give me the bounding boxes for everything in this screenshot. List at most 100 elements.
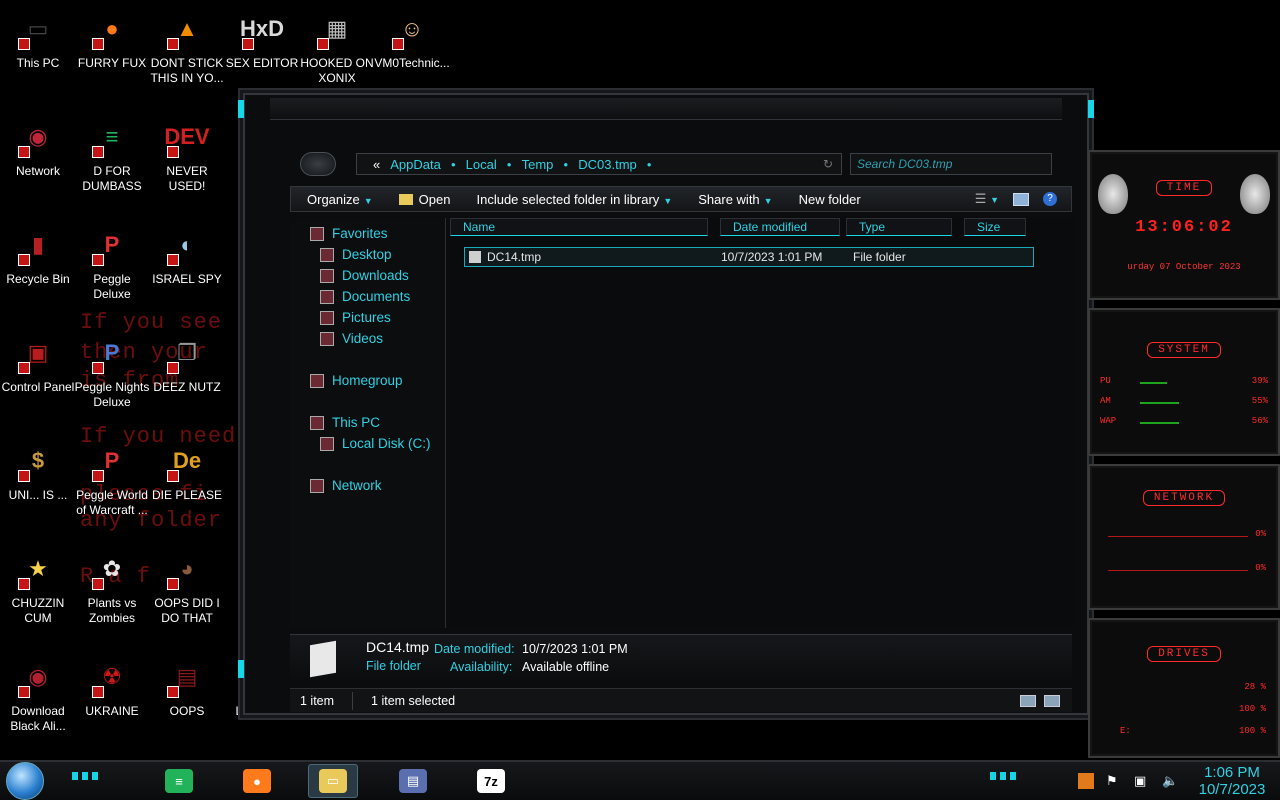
- desktop-icon[interactable]: ✿ Plants vs Zombies: [74, 546, 150, 626]
- network-upload-value: 0%: [1255, 529, 1266, 539]
- address-bar[interactable]: « AppData ● Local ● Temp ● DC03.tmp ● ↻: [356, 153, 842, 175]
- include-library-button[interactable]: Include selected folder in library ▼: [476, 192, 672, 207]
- breadcrumb-temp[interactable]: Temp: [522, 157, 554, 172]
- file-name: DC14.tmp: [487, 250, 542, 264]
- nav-documents[interactable]: Documents: [320, 289, 410, 304]
- desktop-icon-label: UKRAINE: [85, 704, 139, 718]
- desktop-icon-label: UNI... IS ...: [8, 488, 68, 502]
- share-with-button[interactable]: Share with ▼: [698, 192, 772, 207]
- desktop-icon[interactable]: ◕ OOPS DID I DO THAT: [149, 546, 225, 626]
- pictures-icon: [320, 310, 334, 325]
- open-button[interactable]: Open: [398, 192, 450, 207]
- vlc-cone-icon: ▲: [164, 6, 210, 52]
- organize-button[interactable]: Organize ▼: [307, 192, 373, 207]
- taskbar-app-control-window[interactable]: ▤: [388, 764, 438, 798]
- desktop-icon[interactable]: P Peggle Nights Deluxe: [74, 330, 150, 410]
- column-date-modified[interactable]: Date modified: [720, 218, 840, 236]
- column-name[interactable]: Name: [450, 218, 708, 236]
- breadcrumb-separator-icon[interactable]: ●: [451, 160, 456, 169]
- desktop-icon-label: Recycle Bin: [6, 272, 70, 286]
- preview-pane-icon[interactable]: [1013, 192, 1029, 206]
- nav-label: Local Disk (C:): [342, 436, 431, 451]
- time-gadget[interactable]: TIME 13:06:02 urday 07 October 2023: [1088, 150, 1280, 300]
- desktop-icon[interactable]: ◉ Download Black Ali...: [0, 654, 76, 734]
- explorer-window[interactable]: « AppData ● Local ● Temp ● DC03.tmp ● ↻ …: [238, 88, 1094, 720]
- desktop-icon[interactable]: ▭ This PC: [0, 6, 76, 71]
- command-bar: Organize ▼ Open Include selected folder i…: [290, 186, 1072, 212]
- breadcrumb-local[interactable]: Local: [466, 157, 497, 172]
- search-input[interactable]: Search DC03.tmp: [850, 153, 1052, 175]
- desktop-icon[interactable]: ◉ Network: [0, 114, 76, 179]
- nav-local-disk[interactable]: Local Disk (C:): [320, 436, 431, 451]
- desktop-icon[interactable]: ▣ Control Panel: [0, 330, 76, 395]
- desktop-icon[interactable]: ● FURRY FUX: [74, 6, 150, 71]
- desktop-icon[interactable]: $ UNI... IS ...: [0, 438, 76, 503]
- view-options-icon[interactable]: ☰ ▼: [975, 191, 999, 207]
- desktop-icon: [320, 247, 334, 262]
- desktop-icon[interactable]: ▮ Recycle Bin: [0, 222, 76, 287]
- new-folder-button[interactable]: New folder: [799, 192, 861, 207]
- nav-favorites[interactable]: Favorites: [310, 226, 388, 241]
- network-gadget[interactable]: NETWORK 0% 0%: [1088, 464, 1280, 610]
- network-title-text: NETWORK: [1142, 490, 1226, 506]
- details-availability-label: Availability:: [450, 660, 513, 674]
- nav-homegroup[interactable]: Homegroup: [310, 373, 403, 388]
- desktop-icon[interactable]: ❐ DEEZ NUTZ: [149, 330, 225, 395]
- back-forward-icon[interactable]: [300, 152, 336, 176]
- start-button[interactable]: [6, 762, 44, 800]
- desktop-icon[interactable]: HxD SEX EDITOR: [224, 6, 300, 71]
- desktop-icon[interactable]: ≡ D FOR DUMBASS: [74, 114, 150, 194]
- drive-letter: E:: [1120, 726, 1131, 736]
- status-divider: [352, 691, 354, 710]
- desktop-icon[interactable]: DEV NEVER USED!: [149, 114, 225, 194]
- system-title: SYSTEM: [1090, 342, 1278, 358]
- breadcrumb-appdata[interactable]: AppData: [390, 157, 441, 172]
- breadcrumb-dc03[interactable]: DC03.tmp: [578, 157, 637, 172]
- column-size[interactable]: Size: [964, 218, 1026, 236]
- drives-gadget[interactable]: DRIVES 28 % 100 % 100 % E:: [1088, 618, 1280, 758]
- file-row[interactable]: DC14.tmp 10/7/2023 1:01 PM File folder: [464, 247, 1034, 267]
- desktop-icon[interactable]: P Peggle Deluxe: [74, 222, 150, 302]
- nav-desktop[interactable]: Desktop: [320, 247, 392, 262]
- time-value: 13:06:02: [1135, 218, 1233, 237]
- breadcrumb-prefix[interactable]: «: [373, 157, 380, 172]
- breadcrumb-separator-icon[interactable]: ●: [507, 160, 512, 169]
- desktop-icon[interactable]: ◐ ISRAEL SPY: [149, 222, 225, 287]
- clock[interactable]: 1:06 PM 10/7/2023: [1184, 764, 1280, 798]
- desktop-icon[interactable]: ▦ HOOKED ON XONIX: [299, 6, 375, 86]
- desktop-icon[interactable]: De DIE PLEASE: [149, 438, 225, 503]
- nav-downloads[interactable]: Downloads: [320, 268, 409, 283]
- radiation-icon: ☢: [89, 654, 135, 700]
- taskbar-app-notes-app[interactable]: ≡: [154, 764, 204, 798]
- breadcrumb-separator-icon[interactable]: ●: [647, 160, 652, 169]
- desktop-icon[interactable]: ▲ DONT STICK THIS IN YO...: [149, 6, 225, 86]
- desktop-icon[interactable]: ☺ VM0Technic...: [374, 6, 450, 71]
- column-headers: Name Date modified Type Size: [450, 218, 1076, 238]
- details-view-icon[interactable]: [1020, 694, 1036, 707]
- alienware-gadgets: TIME 13:06:02 urday 07 October 2023 SYST…: [1040, 150, 1280, 758]
- window-frame-top[interactable]: [270, 98, 1062, 120]
- nav-pictures[interactable]: Pictures: [320, 310, 391, 325]
- desktop-icon[interactable]: ★ CHUZZIN CUM: [0, 546, 76, 626]
- folder-icon: [469, 251, 481, 263]
- taskbar-app-7zip[interactable]: 7z: [466, 764, 516, 798]
- volume-icon[interactable]: 🔈: [1162, 773, 1178, 789]
- file-list[interactable]: Name Date modified Type Size DC14.tmp 10…: [450, 218, 1076, 628]
- computer-icon: ▭: [15, 6, 61, 52]
- taskbar-app-firefox[interactable]: ●: [232, 764, 282, 798]
- network-status-icon[interactable]: ▣: [1134, 773, 1150, 789]
- desktop-icon[interactable]: ▤ OOPS: [149, 654, 225, 719]
- desktop-icon[interactable]: P Peggle World of Warcraft ...: [74, 438, 150, 518]
- breadcrumb-separator-icon[interactable]: ●: [563, 160, 568, 169]
- flag-icon[interactable]: ⚑: [1106, 773, 1122, 789]
- notification-app-icon[interactable]: [1078, 773, 1094, 789]
- desktop-icon-label: Network: [15, 164, 60, 178]
- nav-this-pc[interactable]: This PC: [310, 415, 380, 430]
- taskbar-app-file-explorer[interactable]: ▭: [308, 764, 358, 798]
- column-type[interactable]: Type: [846, 218, 952, 236]
- nav-network[interactable]: Network: [310, 478, 382, 493]
- refresh-icon[interactable]: ↻: [823, 157, 833, 171]
- nav-videos[interactable]: Videos: [320, 331, 383, 346]
- system-gadget[interactable]: SYSTEM PU 39% AM 55% WAP 56%: [1088, 308, 1280, 456]
- desktop-icon[interactable]: ☢ UKRAINE: [74, 654, 150, 719]
